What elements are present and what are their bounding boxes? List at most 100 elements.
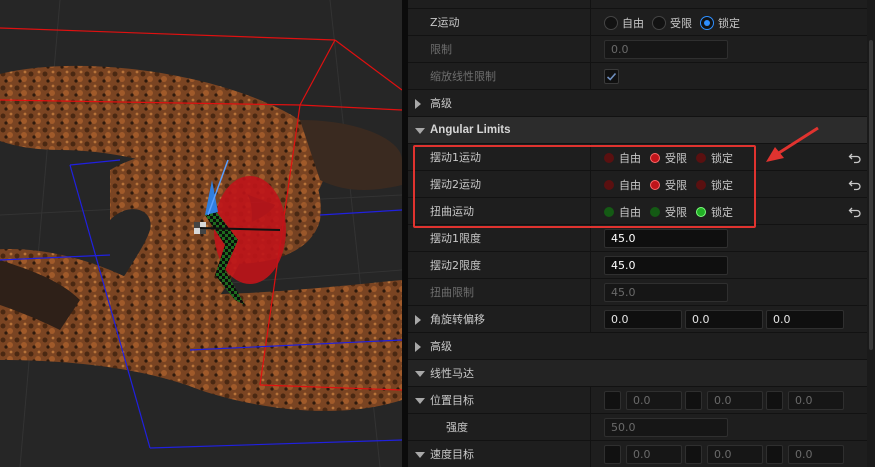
radio-label: 受限 <box>665 151 687 165</box>
velocity-target-y-input[interactable]: 0.0 <box>707 445 763 464</box>
linear-advanced-row[interactable]: 高级 <box>408 90 867 117</box>
rotation-offset-x-input[interactable]: 0.0 <box>604 310 682 329</box>
swing1-limit-row: 摆动1限度 45.0 <box>408 225 867 252</box>
collapse-arrow-icon[interactable] <box>415 398 425 404</box>
expand-arrow-icon[interactable] <box>415 315 421 325</box>
linear-motor-category[interactable]: 线性马达 <box>408 360 867 387</box>
column-separator <box>590 441 591 467</box>
column-separator <box>590 306 591 333</box>
position-target-x-checkbox[interactable] <box>604 391 621 410</box>
z-motion-label: Z运动 <box>430 16 460 29</box>
rotation-offset-y-input[interactable]: 0.0 <box>685 310 763 329</box>
viewport-scene <box>0 0 402 467</box>
radio-label: 受限 <box>665 178 687 192</box>
z-motion-locked-radio[interactable]: 锁定 <box>700 15 740 31</box>
expand-arrow-icon[interactable] <box>415 99 421 109</box>
radio-label: 受限 <box>665 205 687 219</box>
collapse-arrow-icon[interactable] <box>415 128 425 134</box>
velocity-target-y-checkbox[interactable] <box>685 445 702 464</box>
swing1-free-radio[interactable]: 自由 <box>604 150 641 166</box>
position-target-x-input[interactable]: 0.0 <box>626 391 682 410</box>
twist-locked-radio[interactable]: 锁定 <box>696 204 733 220</box>
position-target-z-input[interactable]: 0.0 <box>788 391 844 410</box>
z-motion-row: Z运动 自由 受限 锁定 <box>408 9 867 36</box>
velocity-target-x-checkbox[interactable] <box>604 445 621 464</box>
collapse-arrow-icon[interactable] <box>415 371 425 377</box>
details-panel: Z运动 自由 受限 锁定 限制 0.0 缩放线性限制 高级 Angular Li… <box>408 0 875 467</box>
column-separator <box>590 63 591 90</box>
swing1-limited-radio[interactable]: 受限 <box>650 150 687 166</box>
position-target-y-checkbox[interactable] <box>685 391 702 410</box>
angular-limits-title: Angular Limits <box>430 124 511 136</box>
position-target-label: 位置目标 <box>430 394 474 407</box>
swing1-locked-radio[interactable]: 锁定 <box>696 150 733 166</box>
column-separator <box>590 9 591 36</box>
swing2-limit-label: 摆动2限度 <box>430 259 481 272</box>
velocity-target-label: 速度目标 <box>430 448 474 461</box>
column-separator <box>590 36 591 63</box>
linear-motor-title: 线性马达 <box>430 367 474 380</box>
collapse-arrow-icon[interactable] <box>415 452 425 458</box>
swing2-limited-radio[interactable]: 受限 <box>650 177 687 193</box>
radio-dot <box>652 15 666 30</box>
radio-dot-selected <box>650 179 660 190</box>
scale-limit-label: 缩放线性限制 <box>430 70 496 83</box>
position-target-y-input[interactable]: 0.0 <box>707 391 763 410</box>
z-motion-free-radio[interactable]: 自由 <box>604 15 644 31</box>
column-separator <box>590 171 591 198</box>
advanced-label: 高级 <box>430 97 452 110</box>
angular-advanced-row[interactable]: 高级 <box>408 333 867 360</box>
radio-dot <box>650 206 660 217</box>
radio-dot <box>696 179 706 190</box>
radio-dot <box>604 179 614 190</box>
swing1-radio-group: 自由 受限 锁定 <box>604 144 742 171</box>
column-separator <box>590 252 591 279</box>
radio-label: 锁定 <box>718 16 740 30</box>
reset-arrow-icon[interactable] <box>848 151 862 165</box>
twist-limit-label: 扭曲限制 <box>430 286 474 299</box>
z-motion-limited-radio[interactable]: 受限 <box>652 15 692 31</box>
column-separator <box>590 225 591 252</box>
column-separator <box>590 414 591 441</box>
velocity-target-z-input[interactable]: 0.0 <box>788 445 844 464</box>
twist-limited-radio[interactable]: 受限 <box>650 204 687 220</box>
annotation-arrow-icon <box>766 126 819 162</box>
column-separator <box>590 144 591 171</box>
position-target-z-checkbox[interactable] <box>766 391 783 410</box>
rotation-offset-z-input[interactable]: 0.0 <box>766 310 844 329</box>
radio-dot <box>696 152 706 163</box>
reset-arrow-icon[interactable] <box>848 178 862 192</box>
column-separator <box>590 387 591 414</box>
swing2-locked-radio[interactable]: 锁定 <box>696 177 733 193</box>
position-target-row: 位置目标 0.0 0.0 0.0 <box>408 387 867 414</box>
scale-limit-checkbox[interactable] <box>604 69 619 84</box>
expand-arrow-icon[interactable] <box>415 342 421 352</box>
swing2-limit-input[interactable]: 45.0 <box>604 256 728 275</box>
limit-input[interactable]: 0.0 <box>604 40 728 59</box>
checkmark-icon <box>606 72 617 81</box>
velocity-target-x-input[interactable]: 0.0 <box>626 445 682 464</box>
limit-row: 限制 0.0 <box>408 36 867 63</box>
swing2-radio-group: 自由 受限 锁定 <box>604 171 742 198</box>
strength-input[interactable]: 50.0 <box>604 418 728 437</box>
radio-dot-selected <box>650 152 660 163</box>
radio-label: 受限 <box>670 16 692 30</box>
twist-free-radio[interactable]: 自由 <box>604 204 641 220</box>
radio-dot <box>604 152 614 163</box>
swing1-limit-input[interactable]: 45.0 <box>604 229 728 248</box>
radio-label: 锁定 <box>711 151 733 165</box>
viewport-3d[interactable] <box>0 0 402 467</box>
strength-label: 强度 <box>446 421 468 434</box>
swing1-limit-label: 摆动1限度 <box>430 232 481 245</box>
swing2-limit-row: 摆动2限度 45.0 <box>408 252 867 279</box>
swing2-free-radio[interactable]: 自由 <box>604 177 641 193</box>
velocity-target-z-checkbox[interactable] <box>766 445 783 464</box>
twist-limit-input[interactable]: 45.0 <box>604 283 728 302</box>
reset-arrow-icon[interactable] <box>848 205 862 219</box>
twist-limit-row: 扭曲限制 45.0 <box>408 279 867 306</box>
scrollbar-thumb[interactable] <box>869 40 873 350</box>
twist-motion-row: 扭曲运动 自由 受限 锁定 <box>408 198 867 225</box>
twist-radio-group: 自由 受限 锁定 <box>604 198 742 225</box>
z-motion-radio-group: 自由 受限 锁定 <box>604 9 748 36</box>
details-scrollbar[interactable] <box>867 0 875 467</box>
